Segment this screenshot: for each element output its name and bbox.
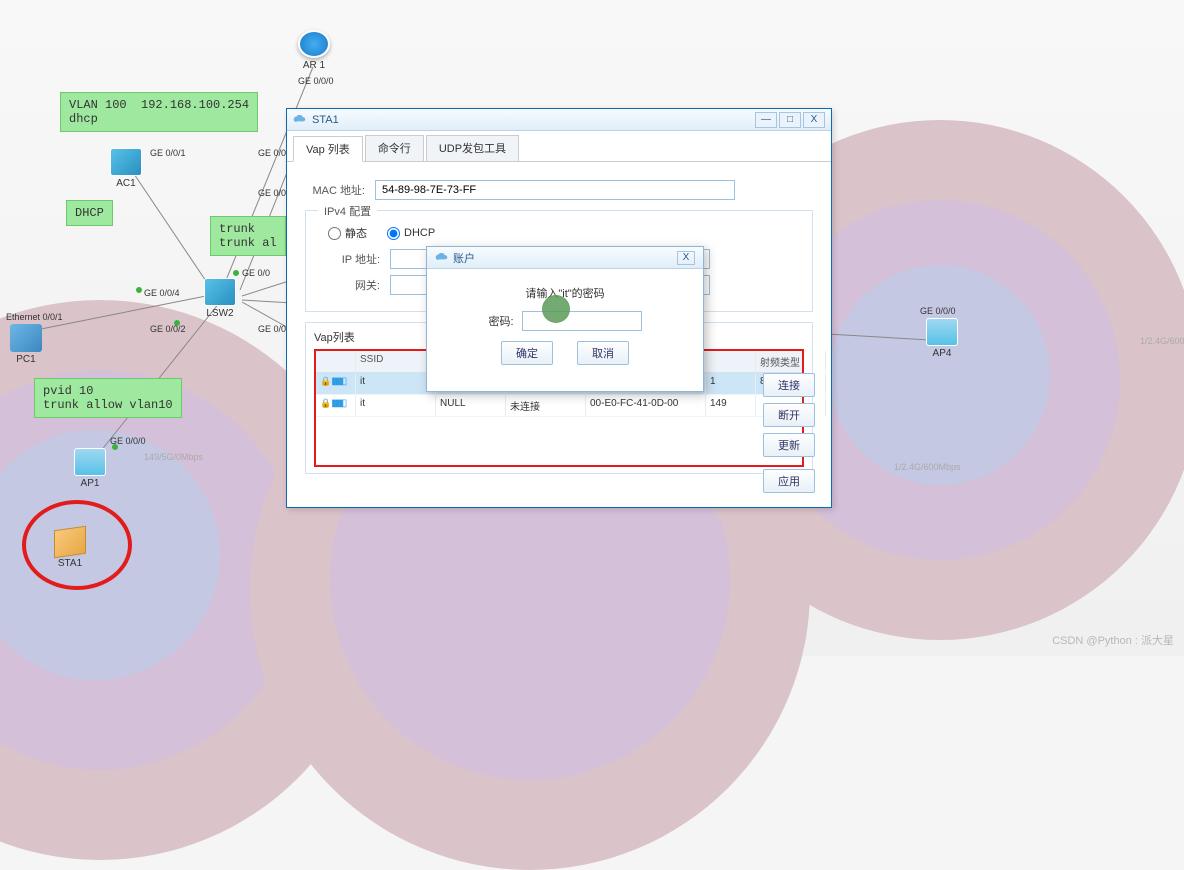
port-lsw2-r1: GE 0/0 <box>258 324 286 334</box>
apply-button[interactable]: 应用 <box>763 469 815 493</box>
tabbar: Vap 列表 命令行 UDP发包工具 <box>287 131 831 162</box>
disconnect-button[interactable]: 断开 <box>763 403 815 427</box>
band-ap1: 149/5G/0Mbps <box>144 452 203 462</box>
device-ap4[interactable]: AP4 <box>926 318 958 359</box>
dialog-title: 账户 <box>453 250 475 266</box>
device-label: AC1 <box>116 178 135 189</box>
coverage-ap4-inner <box>830 265 1050 485</box>
dialog-titlebar[interactable]: 账户 X <box>427 247 703 269</box>
device-lsw2[interactable]: LSW2 <box>204 278 236 319</box>
port-pc1: Ethernet 0/0/1 <box>6 312 63 322</box>
tab-cli[interactable]: 命令行 <box>365 135 424 161</box>
mac-input[interactable] <box>375 180 735 200</box>
port-lsw2-left: GE 0/0/4 <box>144 288 180 298</box>
pc-icon <box>10 324 42 352</box>
cloud-icon <box>293 115 307 125</box>
watermark: CSDN @Python : 派大星 <box>1052 632 1174 648</box>
dialog-prompt: 请输入"it"的密码 <box>449 285 681 301</box>
titlebar[interactable]: STA1 — □ X <box>287 109 831 131</box>
gw-label: 网关: <box>320 277 380 293</box>
radio-dhcp[interactable]: DHCP <box>387 225 435 241</box>
device-pc1[interactable]: PC1 <box>10 324 42 365</box>
ip-label: IP 地址: <box>320 251 380 267</box>
port-lsw2-down: GE 0/0/2 <box>150 324 186 334</box>
switch-icon <box>204 278 236 306</box>
device-label: PC1 <box>16 354 35 365</box>
port-ac1: GE 0/0/1 <box>150 148 186 158</box>
cloud-icon <box>435 253 449 263</box>
note-trunk2: pvid 10 trunk allow vlan10 <box>34 378 182 418</box>
ac-icon <box>110 148 142 176</box>
note-trunk1: trunk trunk al <box>210 216 286 256</box>
device-ap1[interactable]: AP1 <box>74 448 106 489</box>
connect-button[interactable]: 连接 <box>763 373 815 397</box>
radio-static[interactable]: 静态 <box>328 225 367 241</box>
band-ap4-2: 1/2.4G/600Mbps <box>894 462 961 472</box>
lock-icon: 🔒 <box>320 376 331 386</box>
side-buttons: 连接 断开 更新 <box>763 373 815 457</box>
cancel-button[interactable]: 取消 <box>577 341 629 365</box>
password-label: 密码: <box>488 313 513 329</box>
topology-canvas: VLAN 100 192.168.100.254 dhcp DHCP trunk… <box>0 0 1184 656</box>
device-label: LSW2 <box>206 308 233 319</box>
ap-icon <box>926 318 958 346</box>
band-ap4-1: 1/2.4G/600 <box>1140 336 1184 346</box>
device-label: AR 1 <box>303 60 325 71</box>
minimize-button[interactable]: — <box>755 112 777 128</box>
router-icon <box>298 30 330 58</box>
highlight-sta1 <box>22 500 132 590</box>
dialog-close-button[interactable]: X <box>677 251 695 265</box>
mac-label: MAC 地址: <box>305 182 365 198</box>
device-ac1[interactable]: AC1 <box>110 148 142 189</box>
close-button[interactable]: X <box>803 112 825 128</box>
ok-button[interactable]: 确定 <box>501 341 553 365</box>
refresh-button[interactable]: 更新 <box>763 433 815 457</box>
port-ap1: GE 0/0/0 <box>110 436 146 446</box>
port-lsw2-r3: GE 0/0 <box>242 268 270 278</box>
ipv4-legend: IPv4 配置 <box>318 203 377 219</box>
tab-vap[interactable]: Vap 列表 <box>293 136 363 162</box>
port-ar1: GE 0/0/0 <box>298 76 334 86</box>
password-dialog: 账户 X 请输入"it"的密码 密码: 确定 取消 <box>426 246 704 392</box>
note-dhcp: DHCP <box>66 200 113 226</box>
window-title: STA1 <box>312 114 339 126</box>
note-vlan: VLAN 100 192.168.100.254 dhcp <box>60 92 258 132</box>
password-input[interactable] <box>522 311 642 331</box>
port-lsw2-up: GE 0/0 <box>258 148 286 158</box>
device-ar1[interactable]: AR 1 <box>298 30 330 71</box>
ap-icon <box>74 448 106 476</box>
maximize-button[interactable]: □ <box>779 112 801 128</box>
tab-udp[interactable]: UDP发包工具 <box>426 135 519 161</box>
port-ap4: GE 0/0/0 <box>920 306 956 316</box>
vap-row[interactable]: 🔒▮▮▮▯ it NULL 未连接 00-E0-FC-41-0D-00 149 <box>316 395 802 417</box>
signal-icon: ▮▮▮▯ <box>331 398 345 409</box>
lock-icon: 🔒 <box>320 398 331 408</box>
signal-icon: ▮▮▮▯ <box>331 376 345 387</box>
device-label: AP1 <box>81 478 100 489</box>
device-label: AP4 <box>933 348 952 359</box>
